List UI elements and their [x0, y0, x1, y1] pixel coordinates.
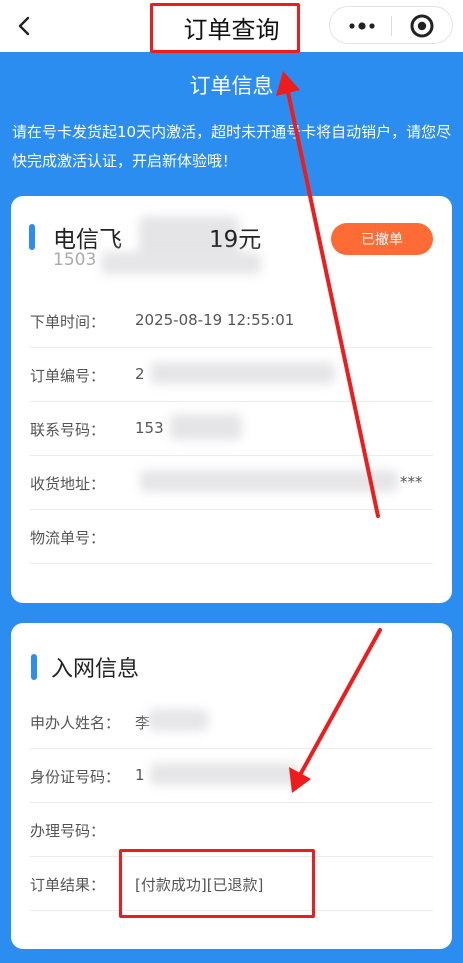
order-row-number: 订单编号： 2: [30, 348, 433, 402]
nav-bar: 订单查询: [0, 0, 463, 52]
capsule-divider: [391, 16, 392, 36]
product-name: 电信飞: [53, 227, 122, 253]
card-accent-bar: [29, 224, 35, 250]
network-row-result: 订单结果： [付款成功][已退款]: [30, 857, 433, 911]
row-label: 办理号码：: [30, 822, 106, 840]
more-button[interactable]: [342, 7, 382, 45]
order-card: 电信飞 19元 1503 已撤单 下单时间： 2025-08-19 12:55:…: [11, 196, 452, 603]
card-accent-bar: [31, 654, 37, 680]
network-row-number: 办理号码：: [30, 803, 433, 857]
redacted-id: [150, 763, 300, 785]
close-mini-program-button[interactable]: [402, 7, 442, 45]
target-icon: [410, 14, 434, 38]
order-status-button[interactable]: 已撤单: [331, 223, 433, 255]
row-value: 153: [135, 419, 164, 437]
row-value: 2025-08-19 12:55:01: [135, 311, 295, 329]
row-label: 物流单号：: [30, 529, 106, 547]
network-row-name: 申办人姓名： 李: [30, 695, 433, 749]
row-label: 订单编号：: [30, 367, 106, 385]
activation-notice: 请在号卡发货起10天内激活，超时未开通号卡将自动销户，请您尽快完成激活认证，开启…: [12, 123, 452, 170]
mini-program-capsule: [329, 6, 453, 44]
product-subtitle: 1503: [53, 250, 97, 270]
network-row-id: 身份证号码： 1: [30, 749, 433, 803]
redacted-phone: [170, 414, 242, 440]
row-value: 2: [135, 365, 145, 383]
product-name-tail: 19元: [209, 227, 262, 253]
network-card: 入网信息 申办人姓名： 李 身份证号码： 1 办理号码： 订单结果： [付款成功…: [11, 623, 452, 949]
network-section-title: 入网信息: [51, 657, 140, 682]
row-label: 订单结果：: [30, 876, 106, 894]
row-label: 身份证号码：: [30, 768, 121, 786]
order-result-value: [付款成功][已退款]: [135, 876, 264, 894]
redacted-address: [140, 470, 398, 492]
order-row-time: 下单时间： 2025-08-19 12:55:01: [30, 294, 433, 348]
order-row-phone: 联系号码： 153: [30, 402, 433, 456]
redacted-name: [148, 709, 208, 731]
row-label: 下单时间：: [30, 313, 106, 331]
row-label: 收货地址：: [30, 475, 106, 493]
order-row-address: 收货地址： ***: [30, 456, 433, 510]
row-label: 申办人姓名：: [30, 714, 121, 732]
row-label: 联系号码：: [30, 421, 106, 439]
row-value: 1: [135, 766, 145, 784]
redacted-order-number: [150, 362, 335, 384]
more-dots-icon: [349, 22, 375, 30]
redacted-subtitle: [101, 252, 261, 274]
order-row-logistics: 物流单号：: [30, 510, 433, 564]
row-value: ***: [400, 473, 423, 491]
section-header-title: 订单信息: [189, 74, 274, 98]
